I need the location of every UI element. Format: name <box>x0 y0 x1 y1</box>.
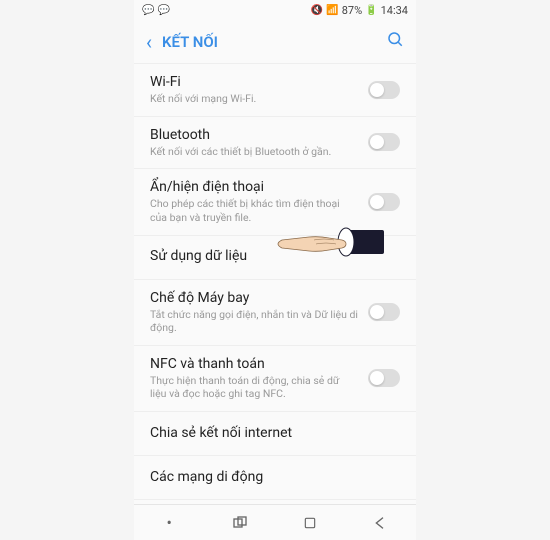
signal-icon: 📶 <box>326 5 338 16</box>
item-title: Wi-Fi <box>150 74 358 90</box>
toggle-nfc[interactable] <box>368 369 400 387</box>
item-title: Chia sẻ kết nối internet <box>150 425 390 441</box>
chat-icon: 💬 <box>157 5 169 16</box>
clock: 14:34 <box>381 4 408 17</box>
item-tethering[interactable]: Chia sẻ kết nối internet <box>134 412 416 456</box>
search-icon[interactable] <box>386 30 404 53</box>
item-mobile-networks[interactable]: Các mạng di động <box>134 456 416 500</box>
toggle-visibility[interactable] <box>368 193 400 211</box>
item-data-usage[interactable]: Sử dụng dữ liệu <box>134 236 416 280</box>
nav-assistant[interactable]: • <box>157 511 181 535</box>
battery-icon: 🔋 <box>365 5 377 16</box>
chat-icon: 💬 <box>142 5 154 16</box>
settings-list[interactable]: Wi-Fi Kết nối với mạng Wi-Fi. Bluetooth … <box>134 64 416 504</box>
status-bar: 💬 💬 🔇 📶 87% 🔋 14:34 <box>134 0 416 20</box>
toggle-airplane[interactable] <box>368 303 400 321</box>
item-airplane[interactable]: Chế độ Máy bay Tắt chức năng gọi điện, n… <box>134 280 416 346</box>
header: ‹ KẾT NỐI <box>134 20 416 64</box>
nav-home[interactable] <box>298 511 322 535</box>
nav-back[interactable] <box>369 511 393 535</box>
item-visibility[interactable]: Ẩn/hiện điện thoại Cho phép các thiết bị… <box>134 169 416 235</box>
item-title: Ẩn/hiện điện thoại <box>150 179 358 195</box>
item-bluetooth[interactable]: Bluetooth Kết nối với các thiết bị Bluet… <box>134 117 416 170</box>
battery-percent: 87% <box>342 4 362 17</box>
phone-screen: 💬 💬 🔇 📶 87% 🔋 14:34 ‹ KẾT NỐI Wi-Fi Kết … <box>134 0 416 540</box>
mute-icon: 🔇 <box>311 5 323 16</box>
nav-bar: • <box>134 504 416 540</box>
nav-recents[interactable] <box>228 511 252 535</box>
toggle-bluetooth[interactable] <box>368 133 400 151</box>
item-nfc[interactable]: NFC và thanh toán Thực hiện thanh toán d… <box>134 346 416 412</box>
item-wifi[interactable]: Wi-Fi Kết nối với mạng Wi-Fi. <box>134 64 416 117</box>
item-title: Chế độ Máy bay <box>150 290 358 306</box>
toggle-wifi[interactable] <box>368 81 400 99</box>
item-subtitle: Kết nối với mạng Wi-Fi. <box>150 92 358 106</box>
item-title: Bluetooth <box>150 127 358 143</box>
item-subtitle: Kết nối với các thiết bị Bluetooth ở gần… <box>150 145 358 159</box>
item-title: Các mạng di động <box>150 469 390 485</box>
item-subtitle: Thực hiện thanh toán di động, chia sẻ dữ… <box>150 374 358 401</box>
item-subtitle: Cho phép các thiết bị khác tìm điện thoạ… <box>150 197 358 224</box>
item-title: Sử dụng dữ liệu <box>150 248 390 264</box>
item-subtitle: Tắt chức năng gọi điện, nhắn tin và Dữ l… <box>150 308 358 335</box>
page-title: KẾT NỐI <box>162 33 386 51</box>
item-title: NFC và thanh toán <box>150 356 358 372</box>
back-button[interactable]: ‹ <box>146 30 152 54</box>
